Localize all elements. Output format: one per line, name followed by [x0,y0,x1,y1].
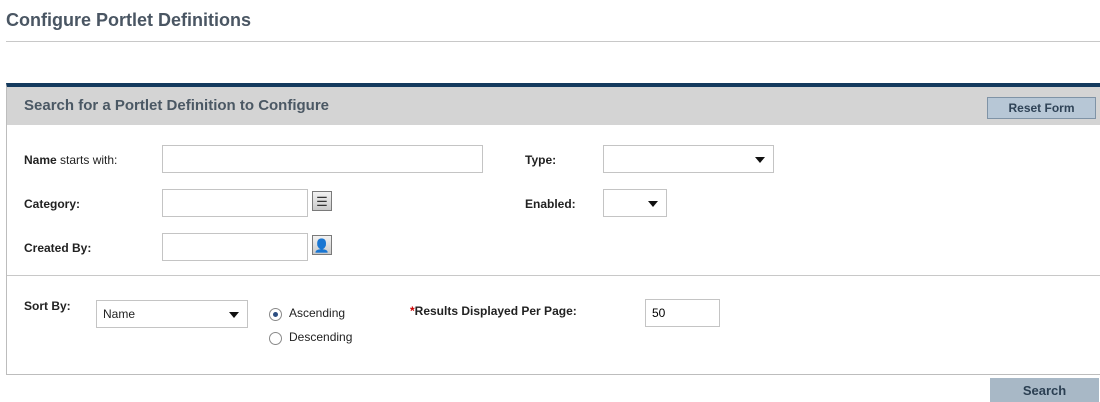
chevron-down-icon [229,312,239,318]
sort-by-label: Sort By: [24,299,71,313]
results-per-page-label: *Results Displayed Per Page: [410,304,577,318]
section-divider [7,275,1100,276]
descending-radio[interactable] [269,332,282,345]
name-starts-with-input[interactable] [162,145,483,173]
enabled-label: Enabled: [525,197,576,211]
created-by-input[interactable] [162,233,308,261]
enabled-select[interactable] [603,189,667,217]
results-per-page-input[interactable] [645,299,720,327]
chevron-down-icon [755,157,765,163]
category-input[interactable] [162,189,308,217]
chevron-down-icon [648,201,658,207]
panel-title: Search for a Portlet Definition to Confi… [24,97,330,114]
category-label: Category: [24,197,81,211]
page-title: Configure Portlet Definitions [6,10,251,30]
name-label: Name starts with: [24,153,118,167]
reset-form-button[interactable]: Reset Form [987,97,1096,119]
title-divider [6,41,1100,42]
descending-label: Descending [289,330,353,344]
type-label: Type: [525,153,557,167]
search-panel: Search for a Portlet Definition to Confi… [6,83,1100,375]
sort-by-value: Name [103,307,136,321]
search-button[interactable]: Search [990,378,1099,402]
type-select[interactable] [603,145,774,173]
panel-header: Search for a Portlet Definition to Confi… [7,87,1100,125]
sort-by-select[interactable]: Name [96,300,248,328]
created-by-label: Created By: [24,241,92,255]
ascending-label: Ascending [289,306,346,320]
list-picker-icon[interactable]: ☰ [312,191,332,211]
user-picker-icon[interactable]: 👤 [312,235,332,255]
ascending-radio[interactable] [269,308,282,321]
